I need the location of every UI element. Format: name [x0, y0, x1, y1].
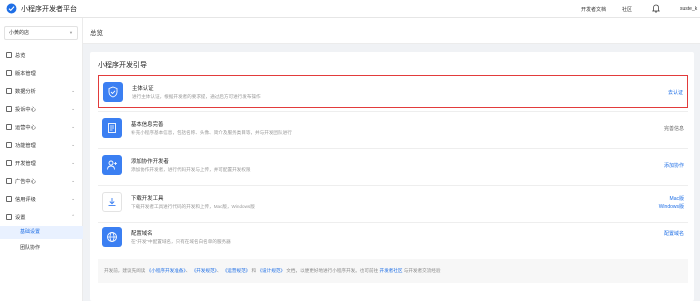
footer-text: 文档，以便更好地进行小程序开发。也可前往 [286, 268, 379, 273]
task-download-tools: 下载开发工具 下载开发者工具进行代码的开发和上传，Mac版，Windows版 M… [98, 186, 688, 219]
sidebar-item-analytics[interactable]: 数据分析 ⌄ [0, 84, 83, 98]
settings-icon [6, 214, 12, 220]
task-entity-verification: 主体认证 进行主体认证，根据开发者的要求提，通过后方可进行发布操作 去认证 [98, 75, 688, 108]
document-icon [108, 123, 116, 133]
ad-icon [6, 178, 12, 184]
chevron-down-icon: ⌄ [71, 178, 75, 183]
function-icon [6, 142, 12, 148]
sidebar-item-label: 设置 [15, 214, 26, 221]
chevron-down-icon: ⌄ [71, 88, 75, 93]
credit-icon [6, 196, 12, 202]
task-icon-box [103, 82, 123, 102]
chevron-down-icon: ⌄ [71, 160, 75, 165]
task-add-collaborator: 添加协作开发者 添加协作开发者，进行代码开发与上传，并可配置开发权限 添加协作 [98, 149, 688, 182]
sidebar-item-operations[interactable]: 运营中心 ⌄ [0, 120, 83, 134]
operation-icon [6, 124, 12, 130]
community-footer-link[interactable]: 开发者社区 [379, 268, 402, 273]
footer-text: 与开发者交流经验 [403, 268, 441, 273]
sidebar-item-label: 运营中心 [15, 124, 36, 131]
task-desc: 进行主体认证，根据开发者的要求提，通过后方可进行发布操作 [132, 94, 261, 99]
chevron-up-icon: ⌃ [71, 214, 75, 219]
sidebar-subitem-basic-settings[interactable]: 基础设置 [0, 226, 83, 239]
configure-domain-link[interactable]: 配置域名 [664, 230, 684, 237]
sidebar-item-development[interactable]: 开发管理 ⌄ [0, 156, 83, 170]
task-icon-box [102, 227, 122, 247]
complete-info-link[interactable]: 完善信息 [664, 125, 684, 132]
dev-docs-link[interactable]: 开发者文档 [581, 6, 606, 13]
guide-panel: 小程序开发引导 主体认证 进行主体认证，根据开发者的要求提，通过后方可进行发布操… [90, 52, 694, 301]
shield-check-icon [108, 86, 118, 98]
task-icon-box [102, 192, 122, 212]
version-icon [6, 70, 12, 76]
task-title: 添加协作开发者 [131, 159, 169, 165]
globe-icon [107, 232, 117, 242]
sidebar-item-label: 信用评级 [15, 196, 36, 203]
doc-link-dev-spec[interactable]: 《开发规范》 [192, 268, 217, 273]
complaint-icon [6, 106, 12, 112]
task-configure-domain: 配置域名 在"开发"中配置域名，只有在域名白名单的服务器 配置域名 [98, 221, 688, 254]
chevron-down-icon: ⌄ [71, 196, 75, 201]
download-icon [108, 198, 116, 206]
account-name: 小黄的店 [9, 30, 30, 36]
add-collaborator-link[interactable]: 添加协作 [664, 162, 684, 169]
sidebar-item-settings[interactable]: 设置 ⌃ [0, 210, 83, 224]
chart-icon [6, 88, 12, 94]
breadcrumb-bar: 总览 [83, 18, 700, 44]
task-title: 配置域名 [131, 231, 153, 237]
sidebar-item-label: 总览 [15, 52, 26, 59]
guide-footer: 开发前，建议先阅读 《小程序开发准备》、 《开发规范》、 《运营规范》 和 《设… [98, 259, 688, 283]
dev-icon [6, 160, 12, 166]
account-select[interactable]: 小黄的店 ▼ [4, 26, 78, 40]
sidebar-item-label: 功能管理 [15, 142, 36, 149]
footer-text: 开发前，建议先阅读 [104, 268, 146, 273]
chevron-down-icon: ⌄ [71, 142, 75, 147]
sidebar-item-credit[interactable]: 信用评级 ⌄ [0, 192, 83, 206]
mac-download-link[interactable]: Mac版 [670, 195, 684, 202]
breadcrumb: 总览 [90, 30, 103, 37]
task-desc: 在"开发"中配置域名，只有在域名白名单的服务器 [131, 239, 231, 244]
home-icon [6, 52, 12, 58]
task-title: 下载开发工具 [131, 196, 164, 202]
sidebar-item-label: 版本管理 [15, 70, 36, 77]
task-desc: 补充小程序基本信息，包括名称、头像、简介及服务类目等，并与开发团队进行 [131, 130, 292, 135]
task-desc: 下载开发者工具进行代码的开发和上传，Mac版，Windows版 [131, 204, 255, 209]
sidebar-item-label: 投诉中心 [15, 106, 36, 113]
sidebar-item-ads[interactable]: 广告中心 ⌄ [0, 174, 83, 188]
app-title: 小程序开发者平台 [21, 5, 77, 13]
sidebar-item-label: 数据分析 [15, 88, 36, 95]
task-desc: 添加协作开发者，进行代码开发与上传，并可配置开发权限 [131, 167, 251, 172]
chevron-down-icon: ▼ [69, 30, 73, 35]
task-title: 主体认证 [132, 86, 154, 92]
sidebar-subitem-team[interactable]: 团队协作 [0, 242, 83, 255]
windows-download-link[interactable]: Windows版 [659, 203, 684, 210]
user-add-icon [107, 160, 117, 170]
bell-icon[interactable] [652, 4, 660, 13]
verify-link[interactable]: 去认证 [668, 89, 683, 96]
chevron-down-icon: ⌄ [71, 124, 75, 129]
sidebar-item-complaints[interactable]: 投诉中心 ⌄ [0, 102, 83, 116]
sidebar-item-label: 广告中心 [15, 178, 36, 185]
task-icon-box [102, 155, 122, 175]
task-basic-info: 基本信息完善 补充小程序基本信息，包括名称、头像、简介及服务类目等，并与开发团队… [98, 112, 688, 145]
top-bar: 小程序开发者平台 开发者文档 社区 suste_k [0, 0, 700, 18]
sidebar-item-overview[interactable]: 总览 [0, 48, 83, 62]
task-icon-box [102, 118, 122, 138]
sidebar-item-label: 开发管理 [15, 160, 36, 167]
task-title: 基本信息完善 [131, 122, 164, 128]
user-name[interactable]: suste_k [680, 6, 697, 12]
doc-link-design-spec[interactable]: 《设计规范》 [257, 268, 285, 273]
app-logo-icon [6, 3, 17, 14]
sidebar-item-functions[interactable]: 功能管理 ⌄ [0, 138, 83, 152]
doc-link-prepare[interactable]: 《小程序开发准备》 [147, 268, 186, 273]
doc-link-ops-spec[interactable]: 《运营规范》 [223, 268, 251, 273]
community-link[interactable]: 社区 [622, 6, 632, 13]
chevron-down-icon: ⌄ [71, 106, 75, 111]
page-title: 小程序开发引导 [98, 62, 147, 69]
logo[interactable]: 小程序开发者平台 [6, 3, 77, 14]
sidebar: 小黄的店 ▼ 总览 版本管理 数据分析 ⌄ 投诉中心 ⌄ 运营中心 ⌄ 功能管理… [0, 18, 83, 301]
sidebar-item-version[interactable]: 版本管理 [0, 66, 83, 80]
